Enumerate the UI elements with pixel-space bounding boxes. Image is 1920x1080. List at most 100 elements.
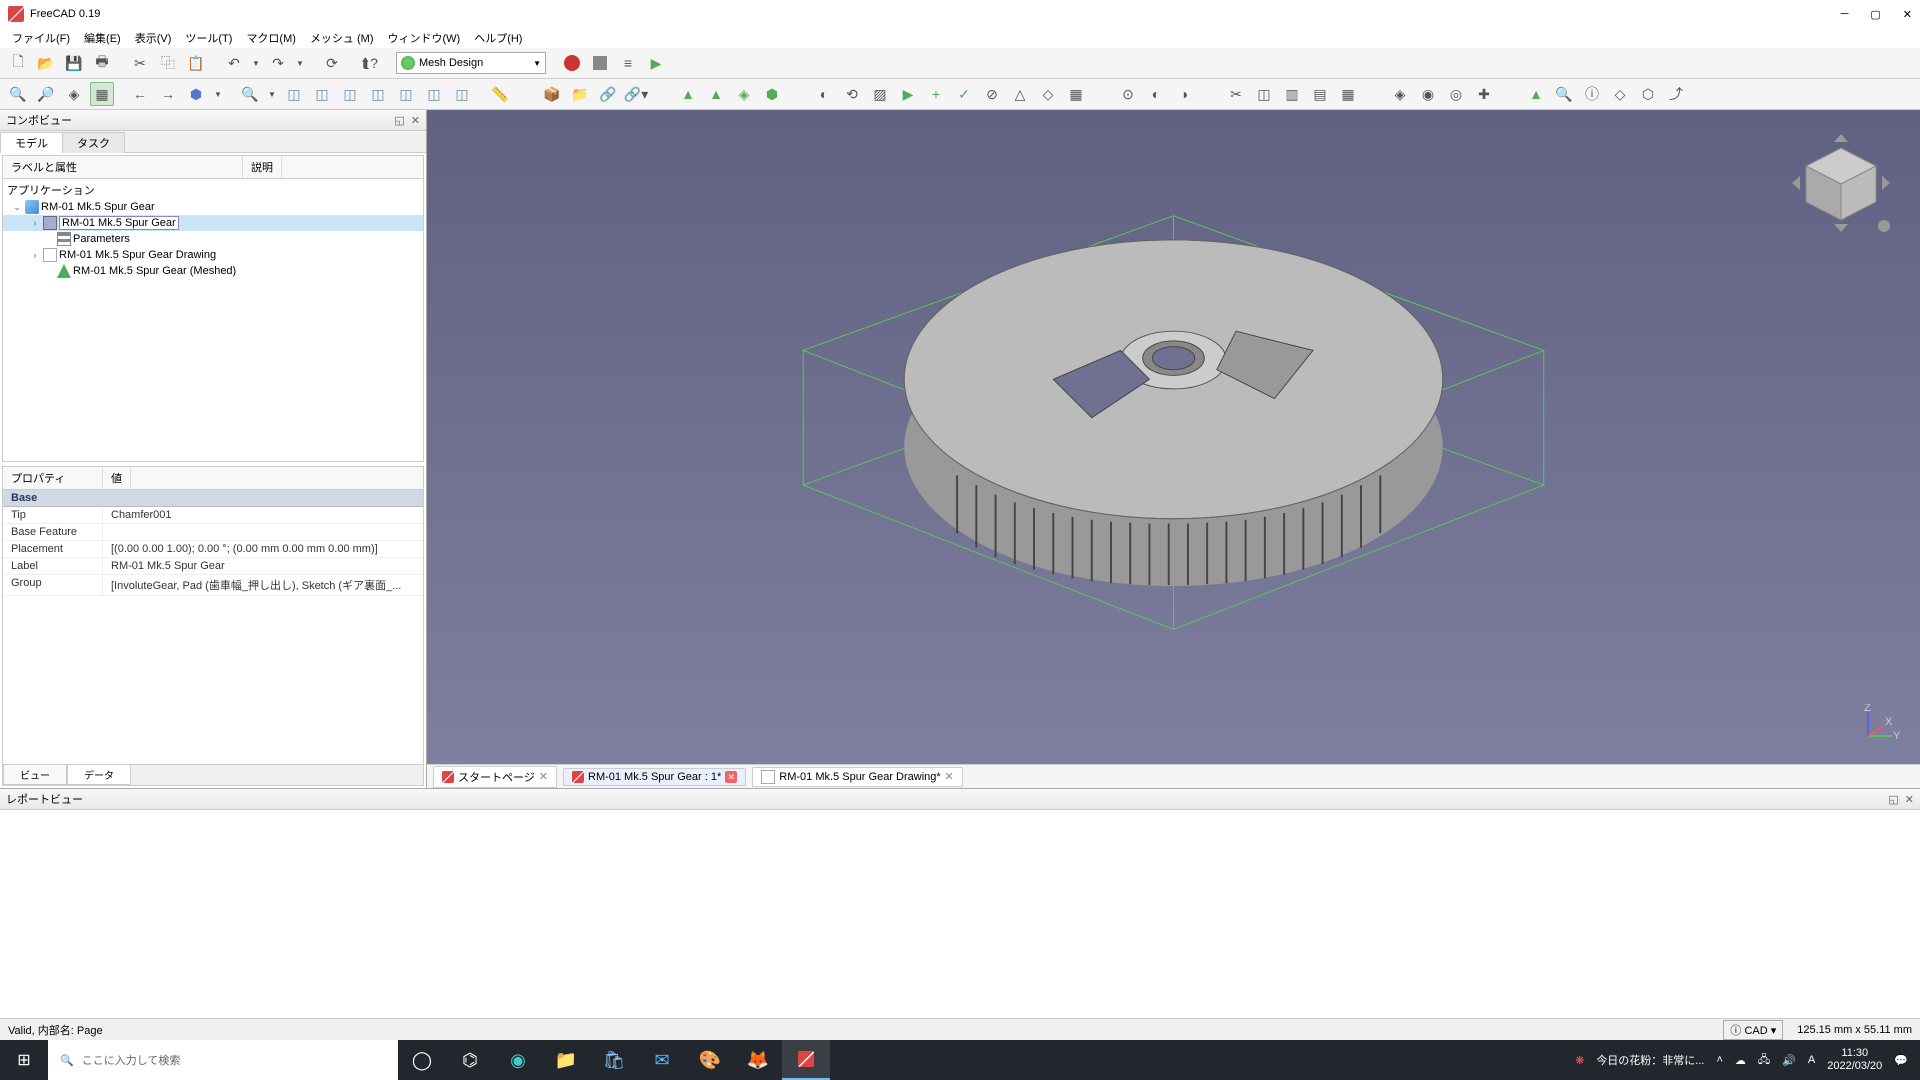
mesh-regular-icon[interactable]: ⬢ bbox=[760, 82, 784, 106]
prop-row-label[interactable]: Label RM-01 Mk.5 Spur Gear bbox=[3, 558, 423, 575]
mesh-cross-icon[interactable]: ▤ bbox=[1308, 82, 1332, 106]
macro-stop-icon[interactable] bbox=[588, 51, 612, 75]
doc-tab-start[interactable]: スタートページ ✕ bbox=[433, 766, 557, 788]
mesh-cut-icon[interactable]: ✂ bbox=[1224, 82, 1248, 106]
nav-forward-icon[interactable]: → bbox=[156, 82, 180, 106]
tree-body-row[interactable]: › RM-01 Mk.5 Spur Gear bbox=[3, 215, 423, 231]
tray-onedrive-icon[interactable]: ☁ bbox=[1735, 1054, 1746, 1067]
prop-row-group[interactable]: Group [InvoluteGear, Pad (歯車幅_押し出し), Ske… bbox=[3, 575, 423, 596]
maximize-button[interactable]: ▢ bbox=[1870, 8, 1880, 21]
prop-value[interactable]: Chamfer001 bbox=[103, 507, 423, 523]
mesh-cross2-icon[interactable]: ✚ bbox=[1472, 82, 1496, 106]
3d-view[interactable]: Z Y X bbox=[427, 110, 1920, 764]
expand-icon[interactable]: ⌄ bbox=[11, 202, 23, 213]
view-bottom-icon[interactable]: ◫ bbox=[422, 82, 446, 106]
view-top-icon[interactable]: ◫ bbox=[338, 82, 362, 106]
freecad-taskbar-icon[interactable] bbox=[782, 1040, 830, 1080]
weather-text[interactable]: 今日の花粉：非常に... bbox=[1596, 1052, 1704, 1068]
tree-mesh-row[interactable]: RM-01 Mk.5 Spur Gear (Meshed) bbox=[3, 263, 423, 279]
dock-close-icon[interactable]: ✕ bbox=[411, 114, 420, 127]
menu-view[interactable]: 表示(V) bbox=[129, 28, 178, 48]
prop-value[interactable]: [(0.00 0.00 1.00); 0.00 °; (0.00 mm 0.00… bbox=[103, 541, 423, 557]
dock-float-icon[interactable]: ◱ bbox=[394, 114, 404, 127]
mesh-fill-icon[interactable]: ▨ bbox=[868, 82, 892, 106]
tree-view[interactable]: アプリケーション ⌄ RM-01 Mk.5 Spur Gear › RM-01 … bbox=[3, 179, 423, 461]
tray-network-icon[interactable]: 🖧 bbox=[1758, 1051, 1770, 1070]
tray-ime-icon[interactable]: A bbox=[1808, 1054, 1815, 1066]
tab-close-icon[interactable]: ✕ bbox=[539, 770, 548, 783]
menu-window[interactable]: ウィンドウ(W) bbox=[381, 28, 466, 48]
open-icon[interactable]: 📂 bbox=[34, 51, 58, 75]
store-icon[interactable]: 🛍 bbox=[590, 1040, 638, 1080]
menu-mesh[interactable]: メッシュ (M) bbox=[304, 28, 380, 48]
mesh-union-icon[interactable]: ◑ bbox=[1172, 82, 1196, 106]
mesh-curve-icon[interactable]: 🔍 bbox=[1552, 82, 1576, 106]
mesh-close-icon[interactable]: ▶ bbox=[896, 82, 920, 106]
close-button[interactable]: ✕ bbox=[1903, 8, 1912, 21]
isometric-icon[interactable]: ⬢ bbox=[184, 82, 208, 106]
prop-value[interactable]: RM-01 Mk.5 Spur Gear bbox=[103, 558, 423, 574]
mesh-remove-comp-icon[interactable]: ⊘ bbox=[980, 82, 1004, 106]
save-icon[interactable]: 💾 bbox=[62, 51, 86, 75]
notifications-icon[interactable]: 💬 bbox=[1894, 1054, 1908, 1067]
cortana-icon[interactable]: ⌬ bbox=[446, 1040, 494, 1080]
tree-app-row[interactable]: アプリケーション bbox=[3, 181, 423, 199]
mesh-select-icon[interactable]: ⬡ bbox=[1636, 82, 1660, 106]
zoom-dropdown-icon[interactable]: ▼ bbox=[266, 82, 278, 106]
redo-dropdown-icon[interactable]: ▼ bbox=[294, 51, 306, 75]
dock-close-icon[interactable]: ✕ bbox=[1905, 793, 1914, 806]
taskbar-search[interactable]: 🔍 ここに入力して検索 bbox=[48, 1040, 398, 1080]
report-content[interactable] bbox=[0, 810, 1920, 1018]
explorer-icon[interactable]: 📁 bbox=[542, 1040, 590, 1080]
undo-dropdown-icon[interactable]: ▼ bbox=[250, 51, 262, 75]
property-list[interactable]: Base Tip Chamfer001 Base Feature Placeme… bbox=[3, 490, 423, 764]
mesh-curv-icon[interactable]: ◎ bbox=[1444, 82, 1468, 106]
group-icon[interactable]: 📁 bbox=[568, 82, 592, 106]
prop-row-basefeature[interactable]: Base Feature bbox=[3, 524, 423, 541]
link-icon[interactable]: 🔗 bbox=[596, 82, 620, 106]
menu-edit[interactable]: 編集(E) bbox=[78, 28, 127, 48]
paint-icon[interactable]: 🎨 bbox=[686, 1040, 734, 1080]
prop-row-placement[interactable]: Placement [(0.00 0.00 1.00); 0.00 °; (0.… bbox=[3, 541, 423, 558]
mesh-segment-icon[interactable]: △ bbox=[1008, 82, 1032, 106]
redo-icon[interactable]: ↷ bbox=[266, 51, 290, 75]
view-right-icon[interactable]: ◫ bbox=[366, 82, 390, 106]
part-icon[interactable]: 📦 bbox=[540, 82, 564, 106]
dock-float-icon[interactable]: ◱ bbox=[1888, 793, 1898, 806]
fit-all-icon[interactable]: 🔍 bbox=[6, 82, 30, 106]
measure-icon[interactable]: 📏 bbox=[488, 82, 512, 106]
macro-record-icon[interactable] bbox=[560, 51, 584, 75]
draw-style-icon[interactable]: ◈ bbox=[62, 82, 86, 106]
tray-chevron-icon[interactable]: ˄ bbox=[1716, 1054, 1722, 1066]
mesh-eval-icon[interactable]: ◈ bbox=[1388, 82, 1412, 106]
mesh-smooth-icon[interactable]: ◇ bbox=[1036, 82, 1060, 106]
expand-icon[interactable]: › bbox=[29, 218, 41, 228]
minimize-button[interactable]: ─ bbox=[1841, 8, 1849, 20]
mesh-ctx-icon[interactable]: ◇ bbox=[1608, 82, 1632, 106]
mesh-add-icon[interactable]: + bbox=[924, 82, 948, 106]
menu-help[interactable]: ヘルプ(H) bbox=[468, 28, 528, 48]
fit-selection-icon[interactable]: 🔎 bbox=[34, 82, 58, 106]
refresh-icon[interactable]: ⟳ bbox=[320, 51, 344, 75]
tab-model[interactable]: モデル bbox=[0, 132, 63, 153]
mesh-decimate-icon[interactable]: ▦ bbox=[1064, 82, 1088, 106]
macro-run-icon[interactable]: ▶ bbox=[644, 51, 668, 75]
doc-tab-drawing[interactable]: RM-01 Mk.5 Spur Gear Drawing* ✕ bbox=[752, 767, 963, 787]
mesh-scale-icon[interactable]: ⊙ bbox=[1116, 82, 1140, 106]
mesh-export-icon[interactable]: ▲ bbox=[704, 82, 728, 106]
mesh-remove-icon[interactable]: ✓ bbox=[952, 82, 976, 106]
view-rear-icon[interactable]: ◫ bbox=[394, 82, 418, 106]
tab-close-icon[interactable]: ✕ bbox=[945, 770, 954, 783]
edge-icon[interactable]: ◉ bbox=[494, 1040, 542, 1080]
nav-back-icon[interactable]: ← bbox=[128, 82, 152, 106]
new-icon[interactable]: 🗋 bbox=[6, 51, 30, 75]
mesh-face-icon[interactable]: ◉ bbox=[1416, 82, 1440, 106]
tab-data[interactable]: データ bbox=[67, 765, 131, 785]
task-view-icon[interactable]: ◯ bbox=[398, 1040, 446, 1080]
doc-tab-model[interactable]: RM-01 Mk.5 Spur Gear : 1* ✕ bbox=[563, 768, 746, 786]
prop-row-tip[interactable]: Tip Chamfer001 bbox=[3, 507, 423, 524]
bounding-box-icon[interactable]: ▦ bbox=[90, 82, 114, 106]
mesh-flip-icon[interactable]: ⟲ bbox=[840, 82, 864, 106]
tree-params-row[interactable]: Parameters bbox=[3, 231, 423, 247]
copy-icon[interactable]: ⿻ bbox=[156, 51, 180, 75]
